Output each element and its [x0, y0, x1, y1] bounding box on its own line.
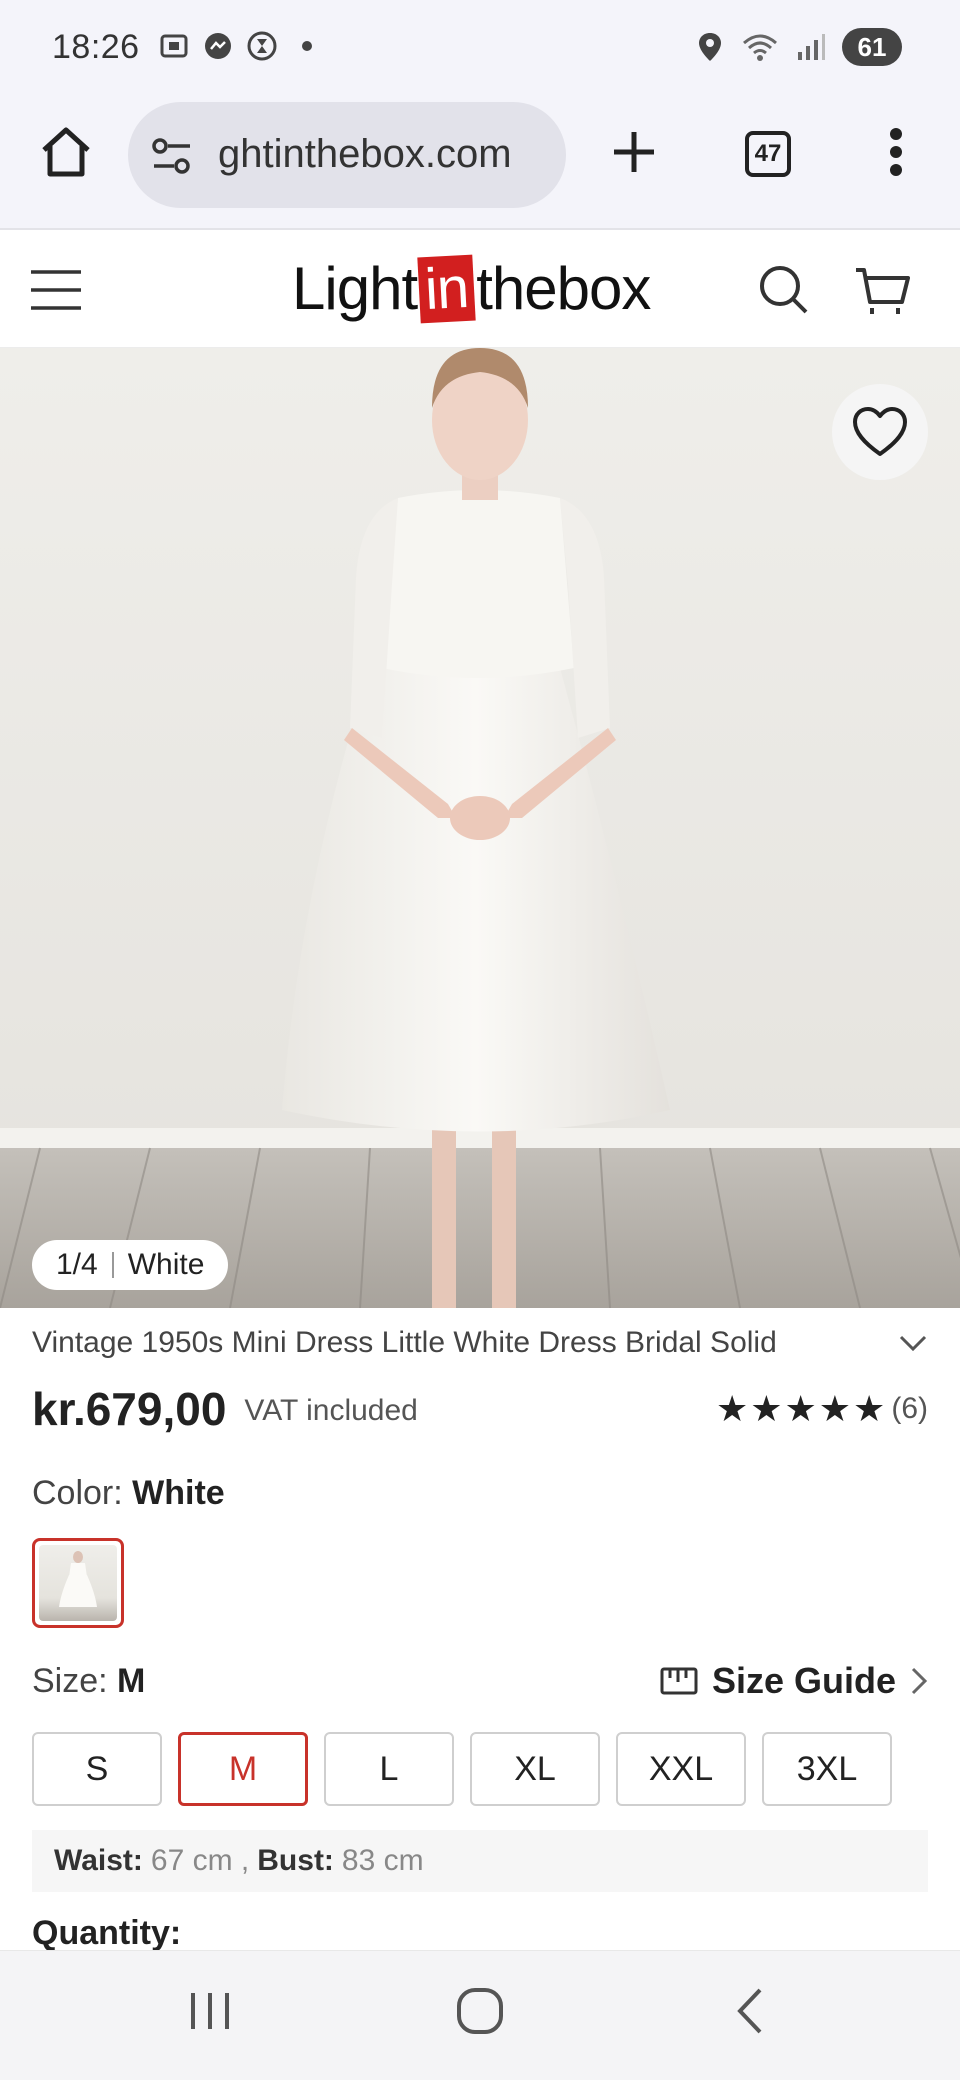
- size-option-xxl[interactable]: XXL: [616, 1732, 746, 1806]
- waist-label: Waist:: [54, 1844, 143, 1877]
- home-circle-icon: [457, 1988, 503, 2034]
- recent-apps-icon: [191, 1993, 229, 2029]
- size-option-3xl[interactable]: 3XL: [762, 1732, 892, 1806]
- home-button[interactable]: [34, 120, 98, 184]
- rating[interactable]: ★★★★★ (6): [716, 1388, 928, 1430]
- home-icon: [42, 127, 90, 177]
- logo-text-left: Light: [292, 255, 418, 322]
- size-guide-link[interactable]: Size Guide: [660, 1660, 928, 1702]
- image-counter-badge: 1/4 White: [32, 1240, 229, 1290]
- size-label-group: Size: M: [32, 1662, 145, 1701]
- location-icon: [699, 33, 721, 61]
- product-photo: [0, 348, 960, 1308]
- home-nav-button[interactable]: [448, 1979, 512, 2043]
- product-image-carousel[interactable]: 1/4 White: [0, 348, 960, 1308]
- chevron-down-icon[interactable]: [898, 1333, 928, 1353]
- vat-note: VAT included: [244, 1394, 418, 1427]
- screenshot-icon: [160, 34, 188, 58]
- counter-separator: [111, 1252, 114, 1278]
- heart-icon: [853, 407, 907, 456]
- wifi-icon: [743, 34, 777, 61]
- size-option-xl[interactable]: XL: [470, 1732, 600, 1806]
- browser-toolbar: ghtinthebox.com 47: [0, 96, 960, 230]
- size-guide-label: Size Guide: [711, 1660, 896, 1701]
- more-notifications-dot: [302, 41, 312, 51]
- battery-indicator: 61: [842, 28, 902, 66]
- plus-icon: [614, 132, 654, 172]
- search-button[interactable]: [756, 262, 812, 318]
- search-icon: [760, 266, 808, 314]
- chevron-right-icon: [911, 1667, 928, 1695]
- size-options: S M L XL XXL 3XL: [32, 1732, 892, 1806]
- color-swatch-white[interactable]: [32, 1538, 124, 1628]
- back-icon: [737, 1988, 762, 2034]
- notification-icons: [158, 30, 312, 62]
- site-settings-button[interactable]: [148, 132, 196, 180]
- swatch-dress-image: [59, 1551, 97, 1607]
- hamburger-icon: [31, 270, 81, 310]
- tab-count: 47: [745, 131, 791, 177]
- cart-icon: [856, 268, 910, 314]
- swatch-thumbnail: [39, 1545, 117, 1621]
- image-color-name: White: [127, 1248, 205, 1281]
- wishlist-button[interactable]: [832, 384, 928, 480]
- new-tab-button[interactable]: [604, 122, 664, 182]
- hourglass-icon: [247, 31, 277, 61]
- size-option-l[interactable]: L: [324, 1732, 454, 1806]
- logo-text-mid: in: [417, 254, 476, 323]
- signal-icon: [798, 34, 825, 60]
- system-nav-bar: [0, 1950, 960, 2080]
- status-bar: 18:26 61: [0, 0, 960, 96]
- price-row: kr.679,00 VAT included ★★★★★ (6): [32, 1382, 928, 1436]
- color-selector-label: Color: White: [32, 1474, 225, 1513]
- messenger-icon: [205, 33, 231, 59]
- size-label: Size:: [32, 1661, 108, 1700]
- price: kr.679,00: [32, 1383, 227, 1435]
- size-measurements: Waist: 67 cm , Bust: 83 cm: [32, 1830, 928, 1892]
- ruler-icon: [660, 1667, 698, 1695]
- color-value: White: [132, 1474, 225, 1512]
- tab-switcher-button[interactable]: 47: [738, 124, 798, 184]
- logo-text-right: thebox: [476, 255, 651, 322]
- system-icons: 61: [696, 28, 902, 66]
- back-button[interactable]: [720, 1979, 780, 2043]
- menu-button[interactable]: [28, 262, 84, 318]
- size-option-s[interactable]: S: [32, 1732, 162, 1806]
- color-label: Color:: [32, 1474, 123, 1512]
- cart-button[interactable]: [852, 260, 912, 320]
- waist-value: 67 cm ,: [150, 1844, 250, 1877]
- address-bar[interactable]: ghtinthebox.com: [128, 102, 566, 208]
- product-title: Vintage 1950s Mini Dress Little White Dr…: [32, 1326, 777, 1359]
- url-text: ghtinthebox.com: [218, 132, 512, 176]
- site-header: Light in thebox: [0, 232, 960, 348]
- review-count: (6): [891, 1392, 928, 1425]
- more-vert-icon: [890, 128, 902, 176]
- image-counter: 1/4: [56, 1248, 98, 1281]
- site-logo[interactable]: Light in thebox: [292, 254, 651, 323]
- recent-apps-button[interactable]: [180, 1981, 240, 2041]
- star-rating-icon: ★★★★★: [715, 1388, 888, 1429]
- size-option-m[interactable]: M: [178, 1732, 308, 1806]
- bust-value: 83 cm: [341, 1844, 424, 1877]
- tune-icon: [152, 138, 190, 174]
- size-row: Size: M Size Guide: [32, 1660, 928, 1702]
- browser-menu-button[interactable]: [870, 120, 922, 184]
- bust-label: Bust:: [257, 1844, 334, 1877]
- size-value: M: [117, 1661, 146, 1700]
- status-time: 18:26: [52, 28, 140, 66]
- product-title-row[interactable]: Vintage 1950s Mini Dress Little White Dr…: [32, 1326, 928, 1360]
- quantity-label: Quantity:: [32, 1914, 182, 1952]
